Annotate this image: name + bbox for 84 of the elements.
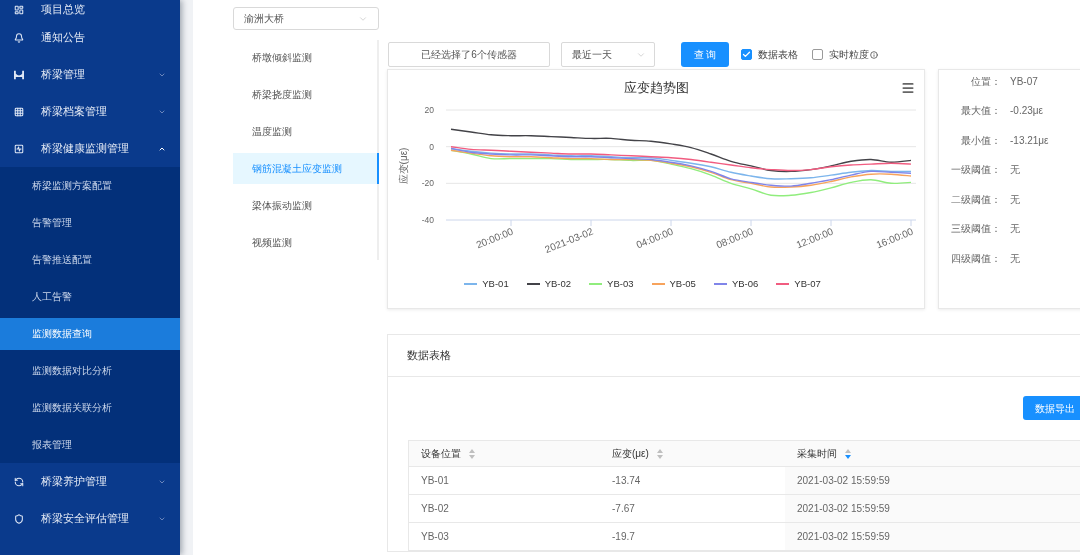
sort-icon[interactable] <box>469 448 475 459</box>
info-label: 二级阈值： <box>950 192 1001 207</box>
chart-title: 应变趋势图 <box>623 79 689 98</box>
monitor-tab[interactable]: 视频监测 <box>233 226 379 258</box>
sidebar-item[interactable]: 桥梁档案管理 <box>0 93 180 130</box>
legend-label: YB-02 <box>544 277 572 291</box>
submenu-item[interactable]: 告警推送配置 <box>0 243 180 276</box>
sort-icon[interactable] <box>845 448 851 459</box>
monitor-tab[interactable]: 桥墩倾斜监测 <box>233 41 379 73</box>
range-select[interactable]: 最近一天 <box>561 42 655 67</box>
sidebar-item[interactable]: 通知公告 <box>0 19 180 56</box>
checkbox[interactable] <box>741 49 752 60</box>
table-cell-text: -7.67 <box>611 502 636 516</box>
info-label: 最小值： <box>960 133 1001 148</box>
table-cell: 2021-03-02 15:59:59 <box>785 495 1080 522</box>
submenu-item[interactable]: 监测数据关联分析 <box>0 391 180 424</box>
sidebar-item[interactable]: 项目总览 <box>0 0 180 19</box>
submenu-item[interactable]: 报表管理 <box>0 428 180 461</box>
info-value: 无 <box>1010 192 1020 207</box>
monitor-tab[interactable]: 梁体振动监测 <box>233 189 379 221</box>
info-label: 三级阈值： <box>950 222 1001 236</box>
monitor-tab[interactable]: 桥梁挠度监测 <box>233 78 379 110</box>
legend-item[interactable]: YB-07 <box>776 277 821 292</box>
legend-label: YB-07 <box>794 277 821 291</box>
legend-label: YB-06 <box>731 277 759 291</box>
shield-icon <box>14 513 24 524</box>
legend-item[interactable]: YB-03 <box>589 277 634 292</box>
checkbox[interactable] <box>812 49 823 60</box>
y-tick-label: 0 <box>429 141 434 152</box>
info-label: 一级阈值： <box>950 163 1001 177</box>
info-label: 四级阈值： <box>950 251 1001 266</box>
table-cell-text: YB-03 <box>420 530 450 544</box>
info-value: -13.21με <box>1010 133 1049 148</box>
legend-label: YB-05 <box>669 277 696 291</box>
info-value: 无 <box>1010 163 1020 177</box>
legend-label: YB-01 <box>482 277 509 291</box>
dashboard-icon <box>14 4 24 15</box>
bridge-icon <box>14 69 24 80</box>
legend-item[interactable]: YB-02 <box>526 277 572 292</box>
sensor-select-button[interactable]: 已经选择了6个传感器 <box>388 42 550 67</box>
table-cell-text: YB-01 <box>420 474 450 488</box>
legend-label: YB-03 <box>607 277 634 291</box>
sort-icon[interactable] <box>656 448 663 459</box>
submenu-item[interactable]: 桥梁监测方案配置 <box>0 169 180 202</box>
column-header[interactable]: 设备位置 <box>409 441 600 466</box>
info-value: 无 <box>1010 251 1020 266</box>
card-title: 数据表格 <box>407 348 451 364</box>
legend-item[interactable]: YB-05 <box>651 277 696 292</box>
bridge-select[interactable]: 渝洲大桥 <box>233 7 379 30</box>
y-tick-label: -20 <box>421 178 434 189</box>
table-cell-text: -19.7 <box>611 530 636 544</box>
y-tick-label: 20 <box>424 105 434 115</box>
info-label: 最大值： <box>960 104 1001 118</box>
bell-icon <box>14 32 24 43</box>
y-tick-label: -40 <box>421 215 434 225</box>
column-header[interactable]: 采集时间 <box>785 441 1080 466</box>
info-label: 位置： <box>970 74 1001 89</box>
y-axis-title: 应变(με) <box>398 147 409 185</box>
submenu-item[interactable]: 告警管理 <box>0 206 180 239</box>
grid-icon <box>14 106 24 117</box>
monitor-tab[interactable]: 温度监测 <box>233 115 379 147</box>
submenu-item[interactable]: 人工告警 <box>0 280 180 313</box>
info-value: YB-07 <box>1010 74 1038 89</box>
menu-icon[interactable] <box>901 81 915 95</box>
sidebar-item[interactable]: 桥梁安全评估管理 <box>0 500 180 537</box>
legend-item[interactable]: YB-06 <box>713 277 759 292</box>
chart-icon <box>14 143 24 154</box>
submenu-item[interactable]: 监测数据对比分析 <box>0 354 180 387</box>
checkbox-label[interactable]: 数据表格 <box>758 47 798 62</box>
legend-item[interactable]: YB-01 <box>464 277 509 292</box>
info-icon[interactable] <box>870 50 878 59</box>
sidebar-item[interactable]: 桥梁健康监测管理 <box>0 130 180 167</box>
table-cell-text: -13.74 <box>611 474 642 488</box>
info-value: 无 <box>1010 222 1020 236</box>
table-cell: 2021-03-02 15:59:59 <box>785 523 1080 550</box>
checkbox-label[interactable]: 实时粒度 <box>829 47 869 62</box>
refresh-icon <box>14 476 24 487</box>
info-value: -0.23με <box>1010 104 1043 118</box>
sidebar-item[interactable]: 桥梁养护管理 <box>0 463 180 500</box>
table-cell-text: YB-02 <box>420 502 450 516</box>
column-header[interactable]: 应变(με) <box>600 441 785 466</box>
table-cell: 2021-03-02 15:59:59 <box>785 467 1080 494</box>
submenu-item[interactable]: 监测数据查询 <box>0 317 180 350</box>
sidebar-item[interactable]: 桥梁管理 <box>0 56 180 93</box>
